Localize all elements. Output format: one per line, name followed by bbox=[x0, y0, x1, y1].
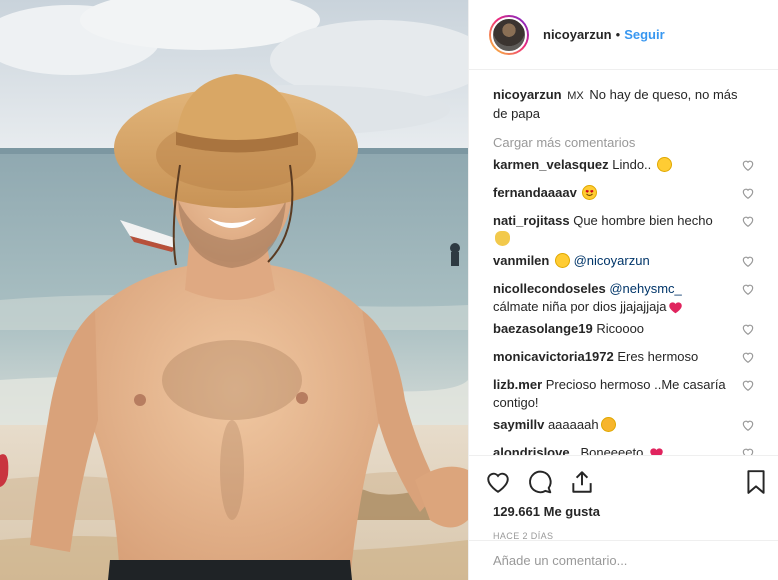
yellow-face-emoji-icon bbox=[656, 157, 672, 172]
comment-text: cálmate niña por dios jjajajjaja bbox=[493, 299, 667, 314]
comment-username[interactable]: nati_rojitass bbox=[493, 213, 570, 228]
likes-count[interactable]: 129.661 Me gusta bbox=[485, 504, 763, 519]
comment-username[interactable]: karmen_velasquez bbox=[493, 157, 609, 172]
comment-item: nicollecondoseles @nehysmc_ cálmate niña… bbox=[493, 280, 755, 316]
comment-username[interactable]: vanmilen bbox=[493, 253, 549, 268]
heart-eyes-emoji-icon bbox=[582, 185, 598, 200]
comment-username[interactable]: alondrislove_ bbox=[493, 445, 577, 455]
comment-item: lizb.mer Precioso hermoso ..Me casaría c… bbox=[493, 376, 755, 412]
comment-text: Lindo.. bbox=[612, 157, 652, 172]
like-comment-heart-icon[interactable] bbox=[741, 322, 755, 336]
like-comment-heart-icon[interactable] bbox=[741, 158, 755, 172]
bookmark-icon[interactable] bbox=[743, 469, 769, 495]
avatar[interactable] bbox=[489, 14, 529, 55]
comment-item: saymillv aaaaaah bbox=[493, 416, 755, 440]
comment-text: Boneeeeto bbox=[580, 445, 644, 455]
comment-item: nati_rojitass Que hombre bien hecho bbox=[493, 212, 755, 248]
comment-item: fernandaaaav bbox=[493, 184, 755, 208]
comments-list: nicoyarzun MX No hay de queso, no más de… bbox=[469, 70, 778, 455]
comment-username[interactable]: nicollecondoseles bbox=[493, 281, 606, 296]
follow-button[interactable]: Seguir bbox=[624, 27, 664, 42]
heart-eyes-cat-emoji-icon bbox=[600, 417, 616, 432]
caption-flag: MX bbox=[567, 90, 584, 102]
comment-username[interactable]: saymillv bbox=[493, 417, 544, 432]
comment-username[interactable]: lizb.mer bbox=[493, 377, 542, 392]
post-caption: nicoyarzun MX No hay de queso, no más de… bbox=[493, 86, 755, 123]
comment-username[interactable]: fernandaaaav bbox=[493, 185, 577, 200]
like-comment-heart-icon[interactable] bbox=[741, 446, 755, 455]
like-comment-heart-icon[interactable] bbox=[741, 418, 755, 432]
ok-hand-emoji-icon bbox=[495, 231, 510, 246]
comment-text: Ricoooo bbox=[596, 321, 645, 336]
caption-username[interactable]: nicoyarzun bbox=[493, 87, 562, 102]
add-comment-input[interactable] bbox=[493, 553, 755, 568]
post-actions: 129.661 Me gusta HACE 2 DÍAS bbox=[469, 455, 778, 541]
comment-mention[interactable]: @nicoyarzun bbox=[574, 253, 650, 268]
beach-portrait-image bbox=[0, 0, 468, 580]
add-comment-bar bbox=[469, 540, 778, 580]
likes-number: 129.661 bbox=[493, 504, 540, 519]
action-icons bbox=[485, 462, 765, 502]
comment-username[interactable]: baezasolange19 bbox=[493, 321, 593, 336]
comment-text: Que hombre bien hecho bbox=[573, 213, 713, 228]
comment-mention[interactable]: @nehysmc_ bbox=[609, 281, 681, 296]
like-comment-heart-icon[interactable] bbox=[741, 186, 755, 200]
comment-item: karmen_velasquez Lindo.. bbox=[493, 156, 755, 180]
smile-emoji-icon bbox=[554, 253, 570, 268]
comment-text: Eres hermoso bbox=[617, 349, 699, 364]
comment-item: baezasolange19 Ricoooo bbox=[493, 320, 755, 344]
load-more-comments-link[interactable]: Cargar más comentarios bbox=[493, 135, 755, 150]
like-comment-heart-icon[interactable] bbox=[741, 214, 755, 228]
post-photo[interactable] bbox=[0, 0, 468, 580]
like-comment-heart-icon[interactable] bbox=[741, 282, 755, 296]
comment-bubble-icon[interactable] bbox=[527, 469, 553, 495]
header-username[interactable]: nicoyarzun bbox=[543, 27, 612, 42]
comment-username[interactable]: monicavictoria1972 bbox=[493, 349, 614, 364]
red-heart-emoji-icon bbox=[650, 448, 663, 455]
post-header: nicoyarzun • Seguir bbox=[469, 0, 778, 70]
dot-separator: • bbox=[615, 27, 621, 42]
comment-item: vanmilen @nicoyarzun bbox=[493, 252, 755, 276]
comment-item: alondrislove_ Boneeeeto bbox=[493, 444, 755, 455]
like-comment-heart-icon[interactable] bbox=[741, 254, 755, 268]
red-heart-emoji-icon bbox=[669, 302, 683, 314]
comment-text: aaaaaah bbox=[547, 417, 599, 432]
like-heart-icon[interactable] bbox=[485, 469, 511, 495]
post-details-panel: nicoyarzun • Seguir nicoyarzun MX No hay… bbox=[468, 0, 778, 580]
like-comment-heart-icon[interactable] bbox=[741, 350, 755, 364]
comment-item: monicavictoria1972 Eres hermoso bbox=[493, 348, 755, 372]
likes-label: Me gusta bbox=[543, 504, 600, 519]
share-icon[interactable] bbox=[569, 469, 595, 495]
like-comment-heart-icon[interactable] bbox=[741, 378, 755, 392]
